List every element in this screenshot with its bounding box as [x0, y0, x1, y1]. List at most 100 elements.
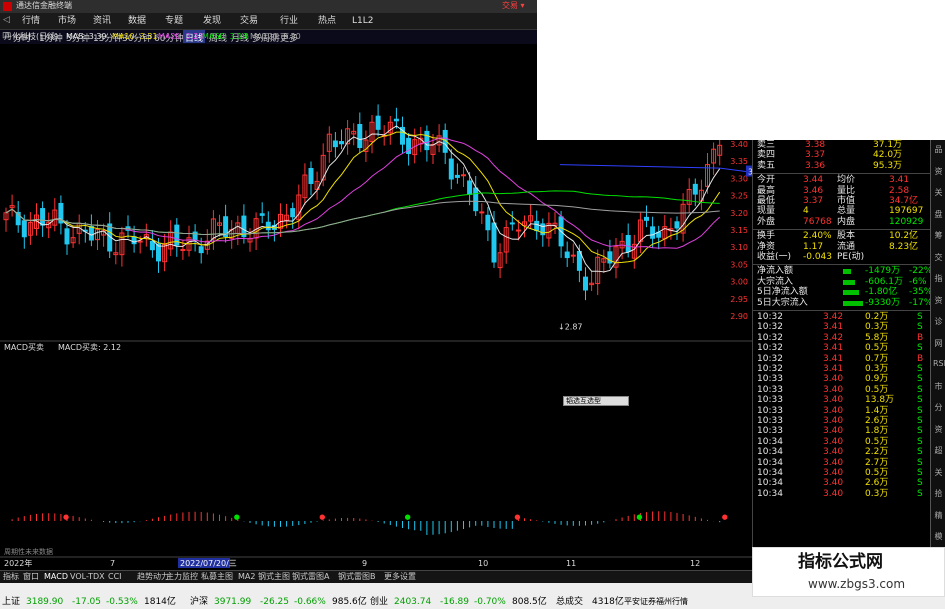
sidebar-btn-12[interactable]: 分 — [933, 402, 944, 413]
indicator-tab-8[interactable]: MA2 — [238, 573, 255, 581]
price-tick: 3.40 — [730, 140, 748, 149]
price-tick: 3.15 — [730, 226, 748, 235]
sidebar-btn-7[interactable]: 资 — [933, 295, 944, 306]
tick-time-0: 10:32 — [757, 312, 783, 322]
sidebar-btn-13[interactable]: 资 — [933, 424, 944, 435]
tick-time-8: 10:33 — [757, 395, 783, 406]
high-marker: ↑3.70 — [326, 44, 351, 46]
sidebar-btn-16[interactable]: 拾 — [933, 488, 944, 499]
sidebar-btn-14[interactable]: 超 — [933, 445, 944, 456]
indicator-tab-12[interactable]: 更多 — [384, 573, 400, 581]
sidebar-btn-17[interactable]: 精 — [933, 510, 944, 521]
flow-val-1: -606.1万 — [865, 276, 904, 287]
indicator-tab-6[interactable]: 主力监控 — [166, 573, 198, 581]
app-logo-icon — [3, 2, 12, 11]
status-amt-0: 1814亿 — [144, 597, 176, 607]
stat-label2-2: 市值 — [837, 196, 856, 206]
sidebar-btn-6[interactable]: 指 — [933, 273, 944, 284]
status-total-label: 总成交 — [556, 597, 584, 607]
indicator-tab-2[interactable]: MACD — [44, 573, 68, 581]
menu-8[interactable]: 热点 — [318, 17, 336, 26]
flow-bar-2 — [843, 290, 859, 296]
menu-1[interactable]: 市场 — [58, 17, 76, 26]
tick-time-4: 10:32 — [757, 353, 783, 364]
indicator-tab-5[interactable]: 趋势动力 — [137, 573, 169, 581]
menu-bar: ◁ 行情 市场 资讯 数据 专题 发现 交易 行业 热点 L1L2 — [0, 13, 537, 30]
price-tick: 3.20 — [730, 209, 748, 218]
menu-9[interactable]: L1L2 — [352, 17, 373, 26]
ma-label-0: MA5: 3.39 — [66, 32, 107, 41]
sidebar-btn-11[interactable]: 市 — [933, 381, 944, 392]
sidebar-btn-8[interactable]: 诊 — [933, 316, 944, 327]
stat2-label2-1: 流通 — [837, 241, 856, 252]
sidebar-btn-4[interactable]: 筹 — [933, 230, 944, 241]
indicator-popup[interactable]: 韬选互选型 — [563, 396, 629, 406]
status-val-2: 2403.74 — [394, 597, 432, 607]
indicator-tab-9[interactable]: 钢式主图 — [258, 573, 290, 581]
future-data-note: 周期性未来数据 — [4, 547, 53, 556]
sidebar-btn-9[interactable]: 网 — [933, 338, 944, 349]
candle — [625, 234, 631, 253]
indicator-tab-7[interactable]: 私募主图 — [201, 573, 233, 581]
sidebar-btn-1[interactable]: 资 — [933, 166, 944, 177]
back-icon[interactable]: ◁ — [3, 16, 10, 25]
indicator-tab-3[interactable]: VOL-TDX — [70, 573, 105, 581]
menu-0[interactable]: 行情 — [22, 17, 40, 26]
candle — [88, 225, 94, 241]
tick-time-3: 10:32 — [757, 343, 783, 354]
tick-time-10: 10:33 — [757, 416, 783, 426]
menu-7[interactable]: 行业 — [280, 17, 298, 26]
indicator-tab-10[interactable]: 钢式雷图A — [292, 573, 329, 581]
sidebar-btn-0[interactable]: 品 — [933, 144, 944, 155]
indicator-tab-4[interactable]: CCI — [108, 573, 122, 581]
stat-val-0: 3.44 — [803, 175, 824, 186]
macd-value: MACD买卖: 2.12 — [58, 343, 121, 352]
candle — [149, 240, 155, 251]
tick-vol-16: 2.6万 — [865, 478, 889, 489]
menu-5[interactable]: 发现 — [203, 17, 221, 26]
indicator-tab-13[interactable]: 设置 — [400, 573, 416, 581]
candle — [198, 246, 204, 254]
tick-vol-17: 0.3万 — [865, 488, 889, 499]
tick-vol-1: 0.3万 — [865, 322, 889, 333]
indicator-tab-11[interactable]: 钢式雷图B — [338, 573, 376, 581]
status-amt-1: 985.6亿 — [332, 597, 367, 607]
flow-label-0: 净流入额 — [757, 266, 794, 277]
tick-price-13: 3.40 — [823, 447, 844, 458]
stat-val-3: 4 — [803, 206, 809, 217]
menu-2[interactable]: 资讯 — [93, 17, 111, 26]
tick-vol-6: 0.9万 — [865, 374, 889, 385]
tick-side-16: S — [917, 478, 923, 489]
sidebar-btn-2[interactable]: 关 — [933, 187, 944, 198]
menu-4[interactable]: 专题 — [165, 17, 183, 26]
status-pct-1: -0.66% — [294, 597, 326, 607]
sidebar-btn-3[interactable]: 盘 — [933, 209, 944, 220]
candle — [479, 211, 485, 214]
stat-label-3: 现量 — [757, 206, 776, 217]
tick-time-12: 10:34 — [757, 436, 783, 447]
window-title: 通达信金融终端 — [16, 1, 72, 10]
trade-button[interactable]: 交易 ▾ — [502, 2, 525, 10]
stat2-val-1: 1.17 — [803, 241, 824, 252]
flow-pct-0: -22% — [909, 266, 933, 277]
tick-time-17: 10:34 — [757, 488, 783, 499]
stat2-label-2: 收益(一) — [757, 252, 792, 262]
stat-label2-0: 均价 — [837, 175, 856, 186]
stat-val-1: 3.46 — [803, 185, 824, 196]
candle — [467, 180, 473, 195]
stat-val2-2: 34.7亿 — [889, 196, 919, 206]
menu-3[interactable]: 数据 — [128, 17, 146, 26]
stat-val2-4: 120929 — [889, 216, 924, 227]
time-label-3: 9 — [362, 559, 367, 568]
tick-price-8: 3.40 — [823, 395, 844, 406]
sidebar-btn-5[interactable]: 交 — [933, 252, 944, 263]
ma-line-1 — [5, 131, 721, 264]
sidebar-btn-15[interactable]: 关 — [933, 467, 944, 478]
indicator-tab-0[interactable]: 指标 — [3, 573, 19, 581]
sidebar-btn-18[interactable]: 模 — [933, 531, 944, 542]
stat-label-1: 最高 — [757, 185, 776, 196]
indicator-tab-1[interactable]: 窗口 — [23, 573, 39, 581]
menu-6[interactable]: 交易 — [240, 17, 258, 26]
sidebar-btn-10[interactable]: RSI — [933, 359, 945, 370]
price-tick: 3.35 — [730, 157, 748, 166]
